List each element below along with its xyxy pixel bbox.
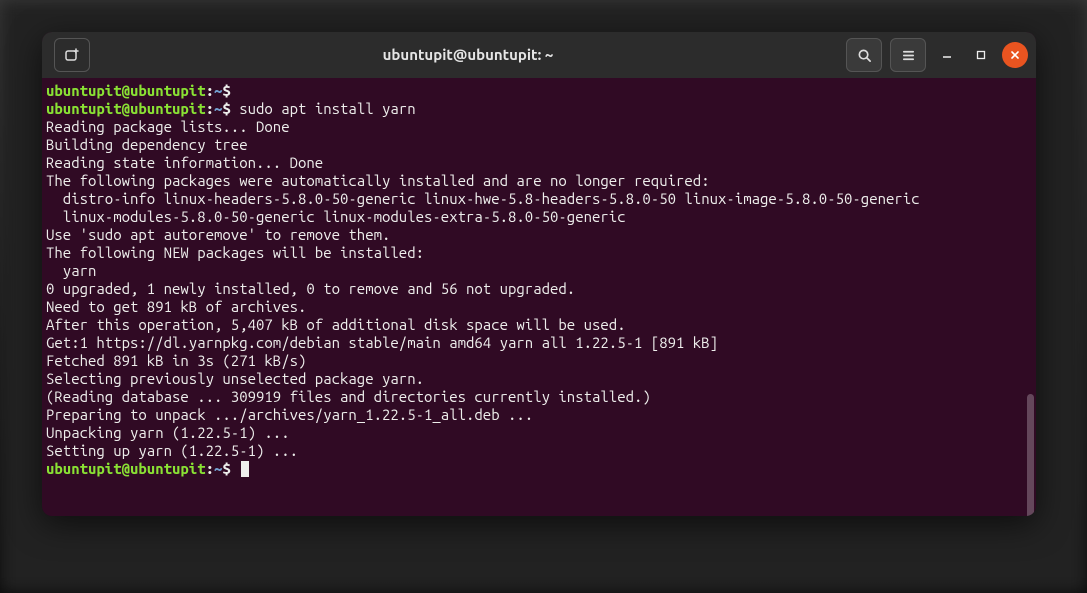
output-line: (Reading database ... 309919 files and d…: [46, 388, 1032, 406]
output-line: Building dependency tree: [46, 136, 1032, 154]
cursor: [241, 461, 249, 477]
output-line: Need to get 891 kB of archives.: [46, 298, 1032, 316]
prompt-user: ubuntupit@ubuntupit: [46, 100, 206, 117]
output-line: distro-info linux-headers-5.8.0-50-gener…: [46, 190, 1032, 208]
command-install: sudo apt install yarn: [231, 100, 416, 117]
output-line: Reading state information... Done: [46, 154, 1032, 172]
output-line: Preparing to unpack .../archives/yarn_1.…: [46, 406, 1032, 424]
titlebar-left: [50, 38, 90, 72]
output-line: After this operation, 5,407 kB of additi…: [46, 316, 1032, 334]
new-tab-icon: [64, 47, 80, 63]
output-line: Unpacking yarn (1.22.5-1) ...: [46, 424, 1032, 442]
terminal-window: ubuntupit@ubuntupit: ~: [42, 32, 1036, 516]
prompt-colon: :: [206, 82, 214, 99]
close-icon: [1010, 50, 1020, 60]
output-line: The following packages were automaticall…: [46, 172, 1032, 190]
output-line: Selecting previously unselected package …: [46, 370, 1032, 388]
output-line: Fetched 891 kB in 3s (271 kB/s): [46, 352, 1032, 370]
prompt-colon: :: [206, 460, 214, 477]
prompt-dollar: $: [222, 100, 230, 117]
output-line: Reading package lists... Done: [46, 118, 1032, 136]
output-line: 0 upgraded, 1 newly installed, 0 to remo…: [46, 280, 1032, 298]
close-button[interactable]: [1002, 42, 1028, 68]
scrollbar-thumb[interactable]: [1027, 394, 1034, 516]
titlebar-center: ubuntupit@ubuntupit: ~: [90, 46, 846, 64]
prompt-dollar: $: [222, 460, 230, 477]
prompt-user: ubuntupit@ubuntupit: [46, 82, 206, 99]
search-icon: [857, 48, 872, 63]
terminal-body[interactable]: ubuntupit@ubuntupit:~$ubuntupit@ubuntupi…: [42, 78, 1036, 516]
hamburger-icon: [901, 48, 916, 63]
titlebar-right: [846, 38, 1028, 72]
prompt-colon: :: [206, 100, 214, 117]
menu-button[interactable]: [890, 38, 926, 72]
minimize-button[interactable]: [934, 42, 960, 68]
prompt-user: ubuntupit@ubuntupit: [46, 460, 206, 477]
titlebar[interactable]: ubuntupit@ubuntupit: ~: [42, 32, 1036, 78]
new-tab-button[interactable]: [54, 38, 90, 72]
maximize-button[interactable]: [968, 42, 994, 68]
output-line: The following NEW packages will be insta…: [46, 244, 1032, 262]
search-button[interactable]: [846, 38, 882, 72]
output-line: Get:1 https://dl.yarnpkg.com/debian stab…: [46, 334, 1032, 352]
output-line: Use 'sudo apt autoremove' to remove them…: [46, 226, 1032, 244]
output-line: Setting up yarn (1.22.5-1) ...: [46, 442, 1032, 460]
output-line: linux-modules-5.8.0-50-generic linux-mod…: [46, 208, 1032, 226]
output-line: yarn: [46, 262, 1032, 280]
prompt-dollar: $: [222, 82, 230, 99]
maximize-icon: [976, 50, 986, 60]
prompt-line-3: ubuntupit@ubuntupit:~$: [46, 460, 1032, 478]
prompt-line-1: ubuntupit@ubuntupit:~$: [46, 82, 1032, 100]
minimize-icon: [942, 50, 952, 60]
prompt-line-2: ubuntupit@ubuntupit:~$ sudo apt install …: [46, 100, 1032, 118]
window-title: ubuntupit@ubuntupit: ~: [383, 46, 554, 63]
